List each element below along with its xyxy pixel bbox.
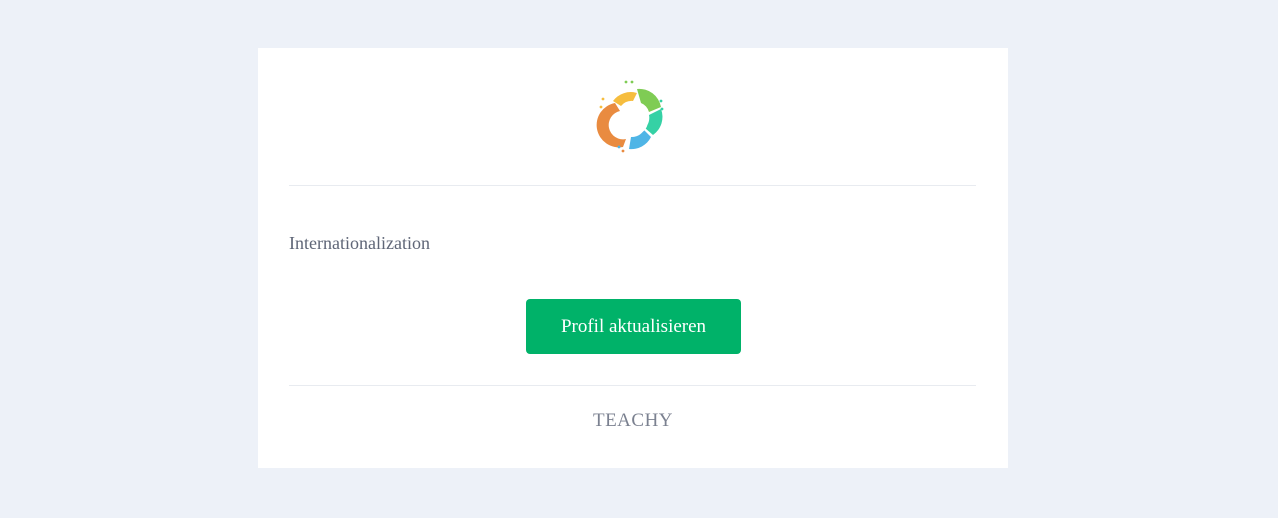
footer-brand: TEACHY [592, 410, 674, 431]
bottom-divider [289, 385, 976, 386]
body-text: Internationalization [289, 233, 430, 253]
email-card: Internationalization Profil aktualisiere… [258, 48, 1008, 468]
update-profile-button[interactable]: Profil aktualisieren [526, 299, 741, 354]
teachy-logo-icon [595, 79, 671, 155]
top-divider [289, 185, 976, 186]
